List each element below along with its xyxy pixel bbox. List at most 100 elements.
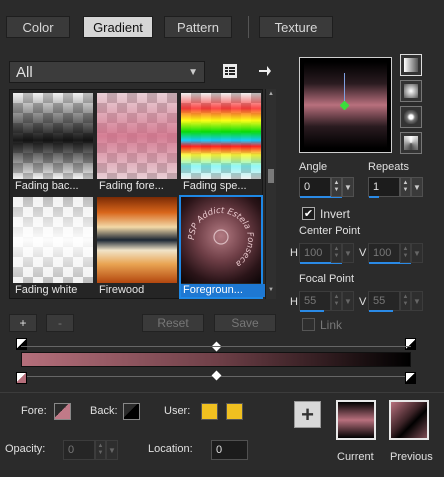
gallery-item[interactable]: Fading fore... — [97, 93, 177, 193]
back-swatch[interactable] — [123, 403, 140, 420]
gradient-bar[interactable] — [21, 352, 411, 367]
focal-h-input[interactable]: 55 — [299, 291, 331, 312]
angle-input[interactable]: 0 — [299, 177, 342, 198]
save-button[interactable]: Save — [214, 314, 276, 332]
linear-style-button[interactable] — [400, 54, 422, 76]
tab-texture[interactable]: Texture — [259, 16, 333, 38]
gradient-preview[interactable] — [299, 57, 392, 153]
divider — [0, 392, 444, 393]
gradient-thumbnail — [97, 197, 177, 283]
link-checkbox[interactable] — [302, 318, 315, 331]
opacity-stop-left[interactable] — [16, 338, 27, 350]
focal-v-label: V — [359, 296, 367, 308]
gradient-thumbnail — [13, 93, 93, 179]
tab-separator — [248, 16, 249, 38]
color-stop-left[interactable] — [16, 372, 27, 384]
tab-pattern[interactable]: Pattern — [164, 16, 232, 38]
focal-h-spinner[interactable]: ▲ ▼ — [331, 291, 342, 311]
location-input[interactable]: 0 — [211, 440, 248, 460]
sunburst-style-button[interactable] — [400, 106, 422, 128]
repeats-label: Repeats — [368, 161, 409, 173]
gallery-item-label: Fading fore... — [99, 180, 164, 192]
user-swatch[interactable] — [201, 403, 218, 420]
gallery-item-label: Firewood — [99, 284, 145, 296]
gallery-item[interactable]: Fading bac... — [13, 93, 93, 193]
plus-icon: + — [301, 401, 314, 427]
opacity-input[interactable]: 0 — [63, 440, 95, 460]
gallery-item-label: Fading white — [15, 284, 78, 296]
add-stop-button[interactable]: + — [9, 314, 37, 332]
center-v-label: V — [359, 247, 367, 259]
gallery-item-label: Fading spe... — [183, 180, 247, 192]
scroll-down-icon[interactable]: ▼ — [268, 287, 274, 293]
center-h-dropdown[interactable]: ▼ — [342, 243, 354, 263]
opacity-spinner[interactable]: ▲ ▼ — [95, 440, 106, 460]
tab-gradient[interactable]: Gradient — [83, 16, 153, 38]
focal-v-input[interactable]: 55 — [368, 291, 400, 312]
invert-checkbox[interactable]: ✔ — [302, 207, 315, 220]
focal-h-label: H — [290, 296, 298, 308]
angle-spinner[interactable]: ▲ ▼ — [331, 177, 342, 197]
link-label: Link — [320, 318, 343, 332]
focal-v-spinner[interactable]: ▲ ▼ — [400, 291, 411, 311]
center-v-spinner[interactable]: ▲ ▼ — [400, 243, 411, 263]
center-h-spinner[interactable]: ▲ ▼ — [331, 243, 342, 263]
center-h-input[interactable]: 100 — [299, 243, 342, 264]
invert-label: Invert — [320, 207, 351, 221]
repeats-spinner[interactable]: ▲ ▼ — [400, 177, 411, 197]
fore-swatch[interactable] — [54, 403, 71, 420]
list-icon[interactable] — [221, 62, 239, 80]
center-point-label: Center Point — [299, 225, 361, 237]
previous-label: Previous — [390, 451, 433, 463]
gradient-gallery: Fading bac... Fading fore... Fading spe.… — [9, 89, 265, 299]
tab-color[interactable]: Color — [6, 16, 70, 38]
angle-label: Angle — [299, 161, 328, 173]
location-label: Location: — [148, 443, 193, 455]
opacity-dropdown[interactable]: ▼ — [106, 440, 118, 460]
color-midpoint[interactable] — [211, 370, 222, 381]
opacity-label: Opacity: — [5, 443, 46, 455]
fore-label: Fore: — [21, 405, 47, 417]
focal-point-label: Focal Point — [299, 273, 355, 285]
focal-h-dropdown[interactable]: ▼ — [342, 291, 354, 311]
current-gradient-swatch[interactable] — [336, 400, 376, 440]
current-label: Current — [337, 451, 374, 463]
chevron-down-icon: ▼ — [188, 67, 198, 78]
repeats-dropdown[interactable]: ▼ — [411, 177, 423, 197]
angle-dropdown[interactable]: ▼ — [342, 177, 354, 197]
add-gradient-button[interactable]: + — [294, 401, 321, 428]
opacity-stop-right[interactable] — [405, 338, 416, 350]
gradient-thumbnail — [97, 93, 177, 179]
gallery-item[interactable]: Fading spe... — [181, 93, 261, 193]
category-value: All — [16, 63, 33, 81]
user-label: User: — [164, 405, 191, 417]
gallery-item-label: Fading bac... — [15, 180, 79, 192]
back-label: Back: — [90, 405, 118, 417]
center-v-input[interactable]: 100 — [368, 243, 411, 264]
opacity-track — [21, 346, 411, 347]
gradient-thumbnail — [13, 197, 93, 283]
gradient-thumbnail — [181, 93, 261, 179]
gradient-thumbnail: PSP Addict Estela Fonseca — [181, 197, 261, 283]
gallery-scrollbar[interactable]: ▲ ▼ — [265, 89, 276, 299]
center-v-dropdown[interactable]: ▼ — [411, 243, 423, 263]
watermark-text: PSP Addict Estela Fonseca — [187, 206, 255, 269]
scrollbar-thumb[interactable] — [268, 169, 274, 183]
user-swatch-secondary[interactable] — [226, 403, 243, 420]
gallery-item[interactable]: Fading white — [13, 197, 93, 297]
previous-gradient-swatch[interactable] — [389, 400, 429, 440]
color-stop-right[interactable] — [405, 372, 416, 384]
gallery-item-selected[interactable]: PSP Addict Estela Fonseca Foregroun... — [179, 195, 265, 299]
radial-style-button[interactable] — [400, 132, 422, 154]
rectangular-style-button[interactable] — [400, 80, 422, 102]
gallery-item-label: Foregroun... — [181, 284, 265, 297]
category-dropdown[interactable]: All ▼ — [9, 61, 205, 83]
repeats-input[interactable]: 1 — [368, 177, 400, 198]
scroll-up-icon[interactable]: ▲ — [268, 91, 274, 97]
remove-stop-button[interactable]: - — [46, 314, 74, 332]
gallery-item[interactable]: Firewood — [97, 197, 177, 297]
arrow-right-icon[interactable] — [256, 62, 274, 80]
focal-v-dropdown[interactable]: ▼ — [411, 291, 423, 311]
center-h-label: H — [290, 247, 298, 259]
reset-button[interactable]: Reset — [142, 314, 204, 332]
